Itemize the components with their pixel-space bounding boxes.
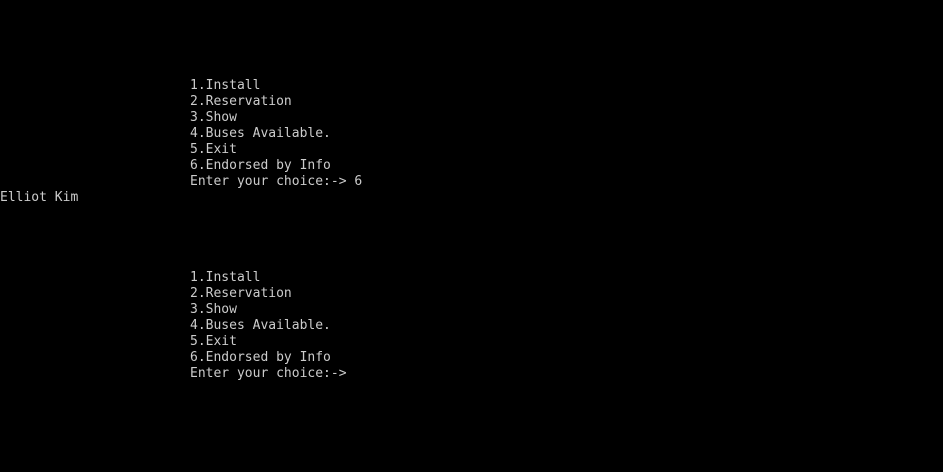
menu-item-endorsed-by-info: 6.Endorsed by Info bbox=[190, 350, 331, 365]
menu-item-endorsed-by-info: 6.Endorsed by Info bbox=[190, 158, 331, 173]
menu-item-reservation: 2.Reservation bbox=[190, 286, 292, 301]
program-output-name: Elliot Kim bbox=[0, 190, 79, 205]
menu-item-install: 1.Install bbox=[190, 270, 261, 285]
menu-block-second: 1.Install 2.Reservation 3.Show 4.Buses A… bbox=[190, 270, 355, 382]
menu-item-exit: 5.Exit bbox=[190, 334, 237, 349]
menu-item-reservation: 2.Reservation bbox=[190, 94, 292, 109]
menu-item-show: 3.Show bbox=[190, 302, 237, 317]
menu-item-show: 3.Show bbox=[190, 110, 237, 125]
menu-item-install: 1.Install bbox=[190, 78, 261, 93]
menu-block-first: 1.Install 2.Reservation 3.Show 4.Buses A… bbox=[190, 78, 362, 190]
choice-prompt: Enter your choice:-> 6 bbox=[190, 174, 363, 189]
menu-item-exit: 5.Exit bbox=[190, 142, 237, 157]
choice-prompt-input[interactable]: Enter your choice:-> bbox=[190, 366, 355, 382]
console-window[interactable]: 1.Install 2.Reservation 3.Show 4.Buses A… bbox=[0, 0, 943, 472]
choice-prompt: Enter your choice:-> bbox=[190, 366, 347, 381]
menu-item-buses-available: 4.Buses Available. bbox=[190, 318, 331, 333]
menu-item-buses-available: 4.Buses Available. bbox=[190, 126, 331, 141]
